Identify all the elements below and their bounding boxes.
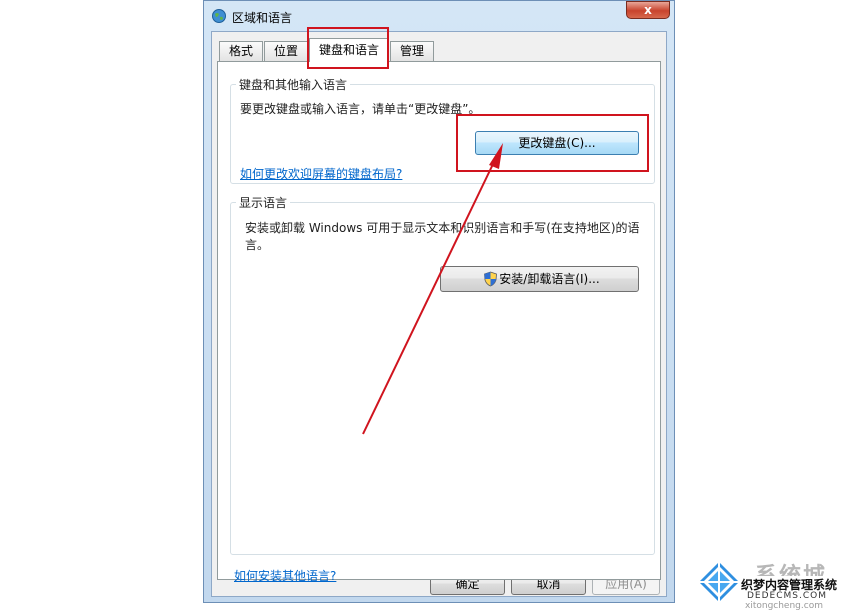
watermark: 系统城 织梦内容管理系统 DEDECMS.COM xitongcheng.com (697, 560, 847, 612)
watermark-line2: DEDECMS.COM (747, 591, 827, 601)
arrow-shaft (362, 161, 495, 435)
arrow-head (489, 143, 503, 169)
annotation-arrow (362, 143, 503, 435)
windows-logo-icon (699, 562, 739, 602)
watermark-url: xitongcheng.com (745, 601, 823, 611)
